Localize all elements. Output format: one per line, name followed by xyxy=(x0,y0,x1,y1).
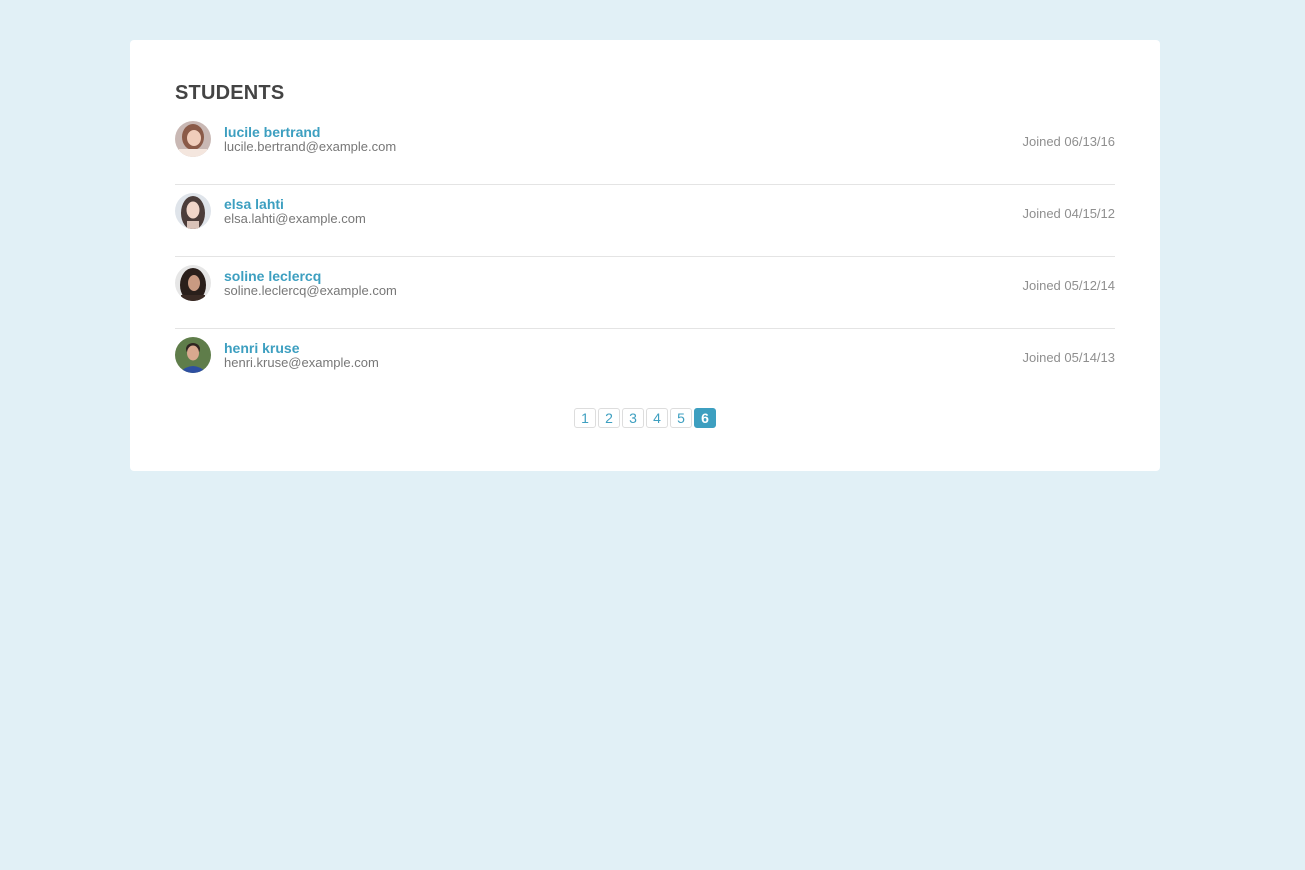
student-name-link[interactable]: soline leclercq xyxy=(224,268,321,284)
joined-date: Joined 04/15/12 xyxy=(1022,206,1115,221)
table-row: elsa lahti elsa.lahti@example.com Joined… xyxy=(175,185,1115,257)
table-row: henri kruse henri.kruse@example.com Join… xyxy=(175,329,1115,401)
avatar-icon[interactable] xyxy=(175,121,211,157)
page-button-5[interactable]: 5 xyxy=(670,408,692,428)
joined-date: Joined 05/14/13 xyxy=(1022,350,1115,365)
student-email: lucile.bertrand@example.com xyxy=(224,139,397,154)
joined-date: Joined 05/12/14 xyxy=(1022,278,1115,293)
page-button-6[interactable]: 6 xyxy=(694,408,716,428)
avatar-icon[interactable] xyxy=(175,265,211,301)
student-email: soline.leclercq@example.com xyxy=(224,283,397,298)
page-button-3[interactable]: 3 xyxy=(622,408,644,428)
student-email: henri.kruse@example.com xyxy=(224,355,379,370)
joined-date: Joined 06/13/16 xyxy=(1022,134,1115,149)
student-list: lucile bertrand lucile.bertrand@example.… xyxy=(175,113,1115,401)
page-button-1[interactable]: 1 xyxy=(574,408,596,428)
avatar-icon[interactable] xyxy=(175,337,211,373)
page-title: STUDENTS xyxy=(175,82,285,104)
table-row: soline leclercq soline.leclercq@example.… xyxy=(175,257,1115,329)
pagination: 1 2 3 4 5 6 xyxy=(130,408,1160,428)
page-button-2[interactable]: 2 xyxy=(598,408,620,428)
student-name-link[interactable]: elsa lahti xyxy=(224,196,284,212)
page-button-4[interactable]: 4 xyxy=(646,408,668,428)
table-row: lucile bertrand lucile.bertrand@example.… xyxy=(175,113,1115,185)
student-name-link[interactable]: lucile bertrand xyxy=(224,124,320,140)
student-email: elsa.lahti@example.com xyxy=(224,211,366,226)
student-name-link[interactable]: henri kruse xyxy=(224,340,299,356)
avatar-icon[interactable] xyxy=(175,193,211,229)
students-card: STUDENTS lucile bertrand lucile.bertrand… xyxy=(130,40,1160,471)
